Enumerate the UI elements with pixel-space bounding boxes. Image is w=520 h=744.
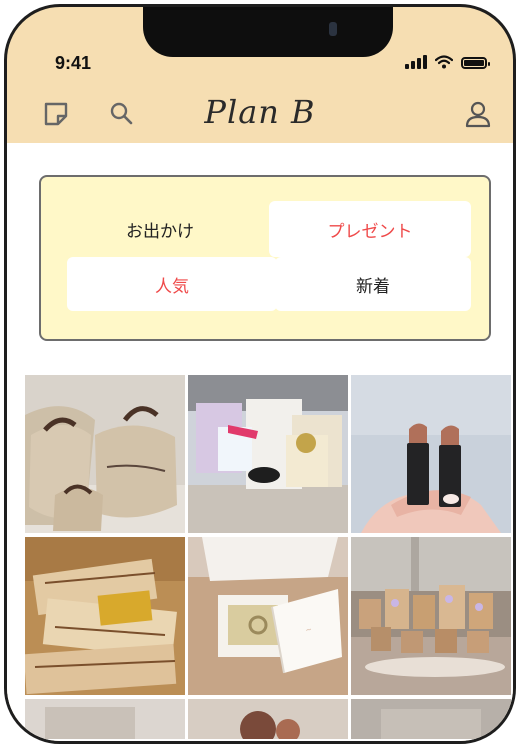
status-icons [405,55,490,69]
sort-new[interactable]: 新着 [275,257,471,311]
photo-row3-3[interactable] [351,699,511,739]
photo-row3-1[interactable] [25,699,185,739]
top-navbar: Plan B [7,87,513,143]
gift-boxes-photo[interactable] [188,375,348,533]
gift-bags-photo[interactable] [25,375,185,533]
lipsticks-photo[interactable] [351,375,511,533]
photo-grid: ~ [25,375,511,741]
battery-icon [461,57,490,69]
status-time: 9:41 [55,53,92,73]
camera-dot [329,22,337,36]
tab-odekake[interactable]: お出かけ [49,203,271,255]
filter-panel: お出かけ プレゼント 人気 新着 [39,175,491,341]
brand-logo: Plan B [204,93,316,131]
gift-table-photo[interactable] [351,537,511,695]
content-area: お出かけ プレゼント 人気 新着 ~ [7,143,513,741]
photo-row3-2[interactable] [188,699,348,739]
wifi-icon [435,55,453,69]
sort-popular[interactable]: 人気 [67,257,277,311]
phone-frame: 9:41 Plan B お出かけ プレゼント 人気 新着 ~ [4,4,516,744]
wrapped-gifts-photo[interactable] [25,537,185,695]
jewelry-box-photo[interactable]: ~ [188,537,348,695]
notch [143,7,393,57]
signal-icon [405,55,427,69]
profile-icon[interactable] [461,99,495,129]
tab-present[interactable]: プレゼント [269,201,471,257]
